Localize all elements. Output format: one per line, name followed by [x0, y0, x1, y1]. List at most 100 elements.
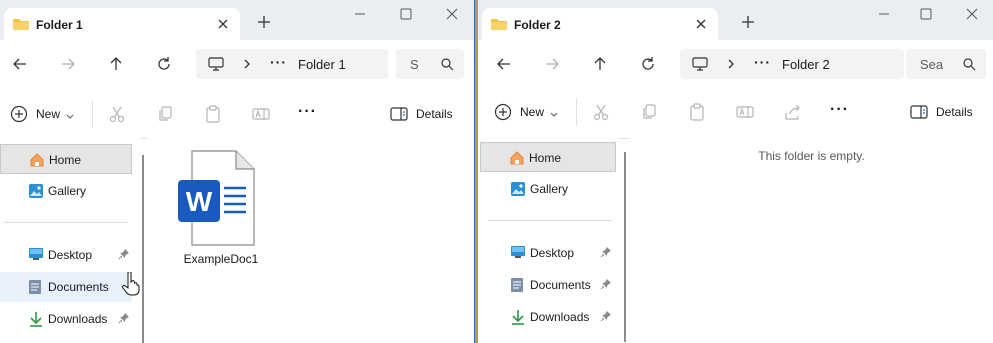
address-row: ··· Folder 1 S — [0, 40, 474, 88]
copy-icon[interactable] — [640, 103, 658, 121]
pin-icon[interactable] — [600, 278, 612, 293]
minimize-icon[interactable] — [876, 6, 892, 22]
paste-icon[interactable] — [204, 105, 222, 123]
title-bar: Folder 1 — [0, 0, 474, 40]
gallery-icon — [510, 181, 526, 200]
toolbar-divider — [92, 100, 93, 128]
share-icon[interactable] — [784, 103, 802, 121]
nav-item-home[interactable]: Home — [0, 144, 132, 174]
breadcrumb-overflow[interactable]: ··· — [270, 54, 287, 70]
search-placeholder: S — [410, 57, 419, 72]
computer-icon — [692, 57, 708, 74]
chevron-right-icon[interactable] — [242, 58, 252, 73]
search-input[interactable]: S — [396, 49, 464, 79]
nav-label: Gallery — [530, 182, 569, 196]
close-window-icon[interactable] — [444, 6, 460, 22]
close-tab-icon[interactable] — [216, 17, 230, 31]
breadcrumb-current[interactable]: Folder 1 — [298, 57, 346, 72]
address-bar[interactable]: ··· Folder 2 — [680, 49, 904, 79]
tab-folder-2[interactable]: Folder 2 — [482, 8, 718, 40]
back-arrow-icon[interactable] — [496, 56, 512, 72]
nav-item-documents[interactable]: Documents — [0, 272, 132, 302]
rename-icon[interactable] — [252, 105, 270, 123]
downloads-icon — [28, 311, 44, 330]
close-window-icon[interactable] — [964, 6, 980, 22]
pane-splitter[interactable] — [142, 155, 144, 343]
file-list-area: This folder is empty. — [630, 136, 993, 343]
toolbar-divider — [576, 98, 577, 126]
maximize-icon[interactable] — [398, 6, 414, 22]
tab-title: Folder 1 — [36, 18, 83, 32]
search-icon — [962, 57, 976, 74]
documents-icon — [510, 277, 524, 296]
documents-icon — [28, 279, 42, 298]
tab-folder-1[interactable]: Folder 1 — [4, 8, 240, 40]
new-button[interactable]: New — [494, 102, 564, 122]
cut-icon[interactable] — [592, 103, 610, 121]
pane-splitter[interactable] — [624, 152, 626, 342]
nav-item-desktop[interactable]: Desktop — [482, 238, 614, 268]
downloads-icon — [510, 309, 526, 328]
chevron-down-icon — [66, 109, 74, 123]
new-tab-icon[interactable] — [740, 14, 756, 30]
nav-item-documents[interactable]: Documents — [482, 270, 614, 300]
details-label: Details — [936, 105, 973, 119]
nav-item-downloads[interactable]: Downloads — [482, 302, 614, 332]
nav-item-desktop[interactable]: Desktop — [0, 240, 132, 270]
search-input[interactable]: Sea — [906, 49, 986, 79]
nav-item-downloads[interactable]: Downloads — [0, 304, 132, 334]
word-document-icon: W — [178, 150, 256, 249]
breadcrumb-current[interactable]: Folder 2 — [782, 57, 830, 72]
svg-text:W: W — [186, 186, 213, 217]
details-button[interactable]: Details — [910, 103, 980, 121]
chevron-right-icon[interactable] — [726, 58, 736, 73]
more-options-icon[interactable]: ··· — [830, 101, 849, 119]
breadcrumb-overflow[interactable]: ··· — [754, 54, 771, 70]
plus-circle-icon — [494, 103, 512, 124]
new-button[interactable]: New — [10, 104, 80, 124]
up-arrow-icon[interactable] — [592, 56, 608, 72]
tab-title: Folder 2 — [514, 18, 561, 32]
rename-icon[interactable] — [736, 103, 754, 121]
details-button[interactable]: Details — [390, 105, 460, 123]
empty-folder-message: This folder is empty. — [758, 149, 865, 163]
folder-icon — [490, 17, 508, 34]
nav-item-home[interactable]: Home — [480, 142, 616, 172]
forward-arrow-icon[interactable] — [544, 56, 560, 72]
up-arrow-icon[interactable] — [108, 56, 124, 72]
cut-icon[interactable] — [108, 105, 126, 123]
nav-item-gallery[interactable]: Gallery — [482, 174, 614, 204]
computer-icon — [208, 57, 224, 74]
address-bar[interactable]: ··· Folder 1 — [196, 49, 388, 79]
nav-label: Downloads — [48, 312, 108, 326]
nav-item-gallery[interactable]: Gallery — [0, 176, 132, 206]
pin-icon[interactable] — [118, 248, 130, 263]
pin-icon[interactable] — [118, 312, 130, 327]
file-item[interactable]: W ExampleDoc1 — [176, 148, 266, 266]
nav-label: Home — [529, 151, 562, 165]
back-arrow-icon[interactable] — [12, 56, 28, 72]
refresh-icon[interactable] — [640, 56, 656, 72]
pin-icon[interactable] — [600, 246, 612, 261]
home-icon — [29, 152, 45, 171]
search-icon — [440, 57, 454, 74]
minimize-icon[interactable] — [352, 6, 368, 22]
new-label: New — [520, 105, 545, 119]
file-name: ExampleDoc1 — [183, 252, 259, 266]
copy-icon[interactable] — [156, 105, 174, 123]
nav-label: Gallery — [48, 184, 87, 198]
maximize-icon[interactable] — [918, 6, 934, 22]
nav-label: Documents — [530, 278, 591, 292]
pin-icon[interactable] — [600, 310, 612, 325]
close-tab-icon[interactable] — [694, 17, 708, 31]
nav-label: Desktop — [48, 248, 93, 262]
forward-arrow-icon[interactable] — [60, 56, 76, 72]
nav-divider — [4, 222, 128, 223]
command-bar: New ··· Details — [478, 88, 993, 139]
new-tab-icon[interactable] — [256, 14, 272, 30]
refresh-icon[interactable] — [156, 56, 172, 72]
details-pane-icon — [390, 106, 408, 125]
paste-icon[interactable] — [688, 103, 706, 121]
chevron-down-icon — [550, 107, 558, 121]
more-options-icon[interactable]: ··· — [298, 103, 317, 121]
